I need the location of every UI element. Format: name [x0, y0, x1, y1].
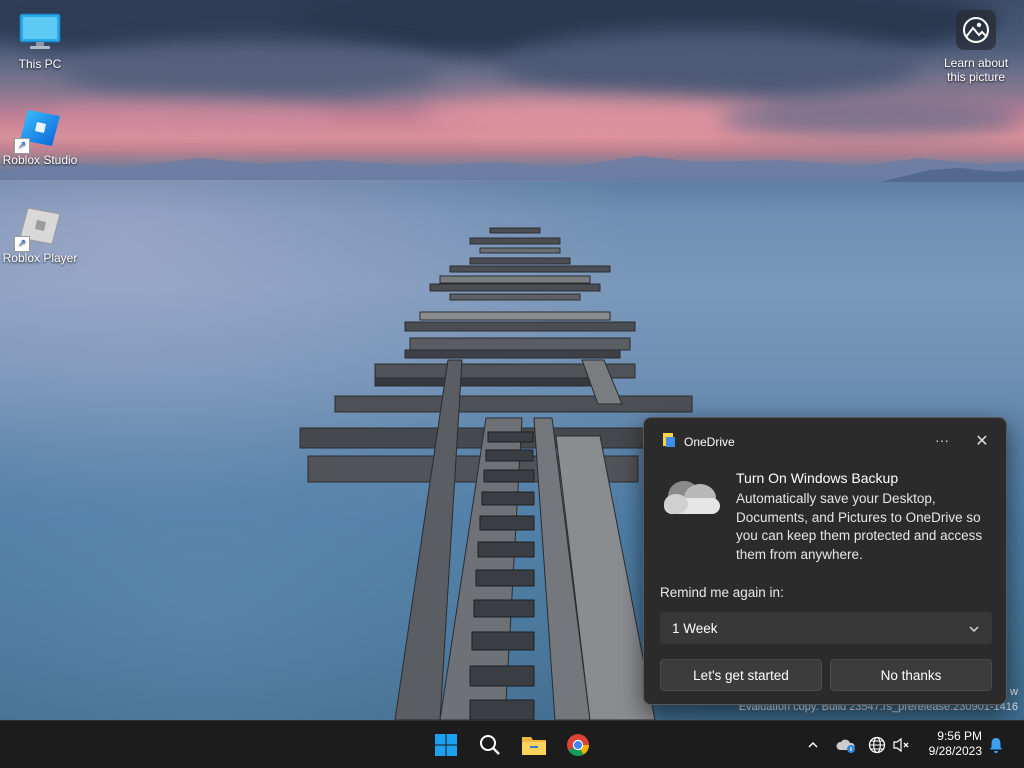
roblox-player-icon: ↗: [14, 204, 62, 252]
toast-header: OneDrive: [662, 432, 735, 452]
remind-interval-select[interactable]: 1 Week: [660, 612, 992, 644]
remind-selected-value: 1 Week: [672, 620, 718, 636]
clock-time: 9:56 PM: [937, 729, 982, 743]
volume-muted-icon[interactable]: [892, 735, 912, 755]
onedrive-cloud-icon: [660, 476, 722, 523]
network-globe-icon[interactable]: [867, 735, 887, 755]
clock-date: 9/28/2023: [928, 744, 982, 758]
chrome-icon[interactable]: [560, 727, 596, 763]
spotlight-camera-icon: [956, 10, 996, 50]
remind-label: Remind me again in:: [660, 585, 784, 600]
bell-icon[interactable]: [986, 735, 1006, 755]
windows-start-icon[interactable]: [428, 727, 464, 763]
roblox-studio-icon: ↗: [14, 106, 62, 154]
desktop-icon-roblox-studio[interactable]: ↗ Roblox Studio: [0, 106, 80, 167]
toast-app-name: OneDrive: [684, 435, 735, 449]
chevron-up-icon[interactable]: [803, 735, 823, 755]
taskbar: 9:56 PM 9/28/2023: [0, 720, 1024, 768]
shortcut-arrow-icon: ↗: [14, 138, 30, 154]
taskbar-clock[interactable]: 9:56 PM 9/28/2023: [920, 729, 982, 759]
chevron-down-icon: [968, 621, 980, 636]
desktop-icon-label: Roblox Studio: [2, 153, 78, 167]
search-icon[interactable]: [472, 727, 508, 763]
more-options-icon[interactable]: ···: [930, 432, 954, 452]
lets-get-started-button[interactable]: Let's get started: [660, 659, 822, 691]
shortcut-arrow-icon: ↗: [14, 236, 30, 252]
learn-about-picture-label: Learn about this picture: [943, 56, 1009, 84]
desktop-icon-roblox-player[interactable]: ↗ Roblox Player: [0, 204, 80, 265]
close-icon[interactable]: ✕: [972, 432, 992, 452]
learn-about-picture[interactable]: Learn about this picture: [938, 10, 1014, 84]
onedrive-cloud-icon[interactable]: [836, 735, 856, 755]
watermark-line-1: w: [1010, 686, 1018, 698]
onedrive-notification: OneDrive ··· ✕ Turn On Windows Backup Au…: [643, 417, 1007, 705]
file-explorer-icon[interactable]: [516, 727, 552, 763]
no-thanks-button[interactable]: No thanks: [830, 659, 992, 691]
onedrive-app-icon: [662, 432, 676, 453]
monitor-icon: [18, 10, 62, 54]
toast-title: Turn On Windows Backup: [736, 470, 899, 486]
desktop-icon-label: Roblox Player: [2, 251, 78, 265]
desktop-icon-label: This PC: [18, 57, 62, 71]
toast-body-text: Automatically save your Desktop, Documen…: [736, 491, 983, 562]
desktop-icon-this-pc[interactable]: This PC: [0, 10, 80, 71]
